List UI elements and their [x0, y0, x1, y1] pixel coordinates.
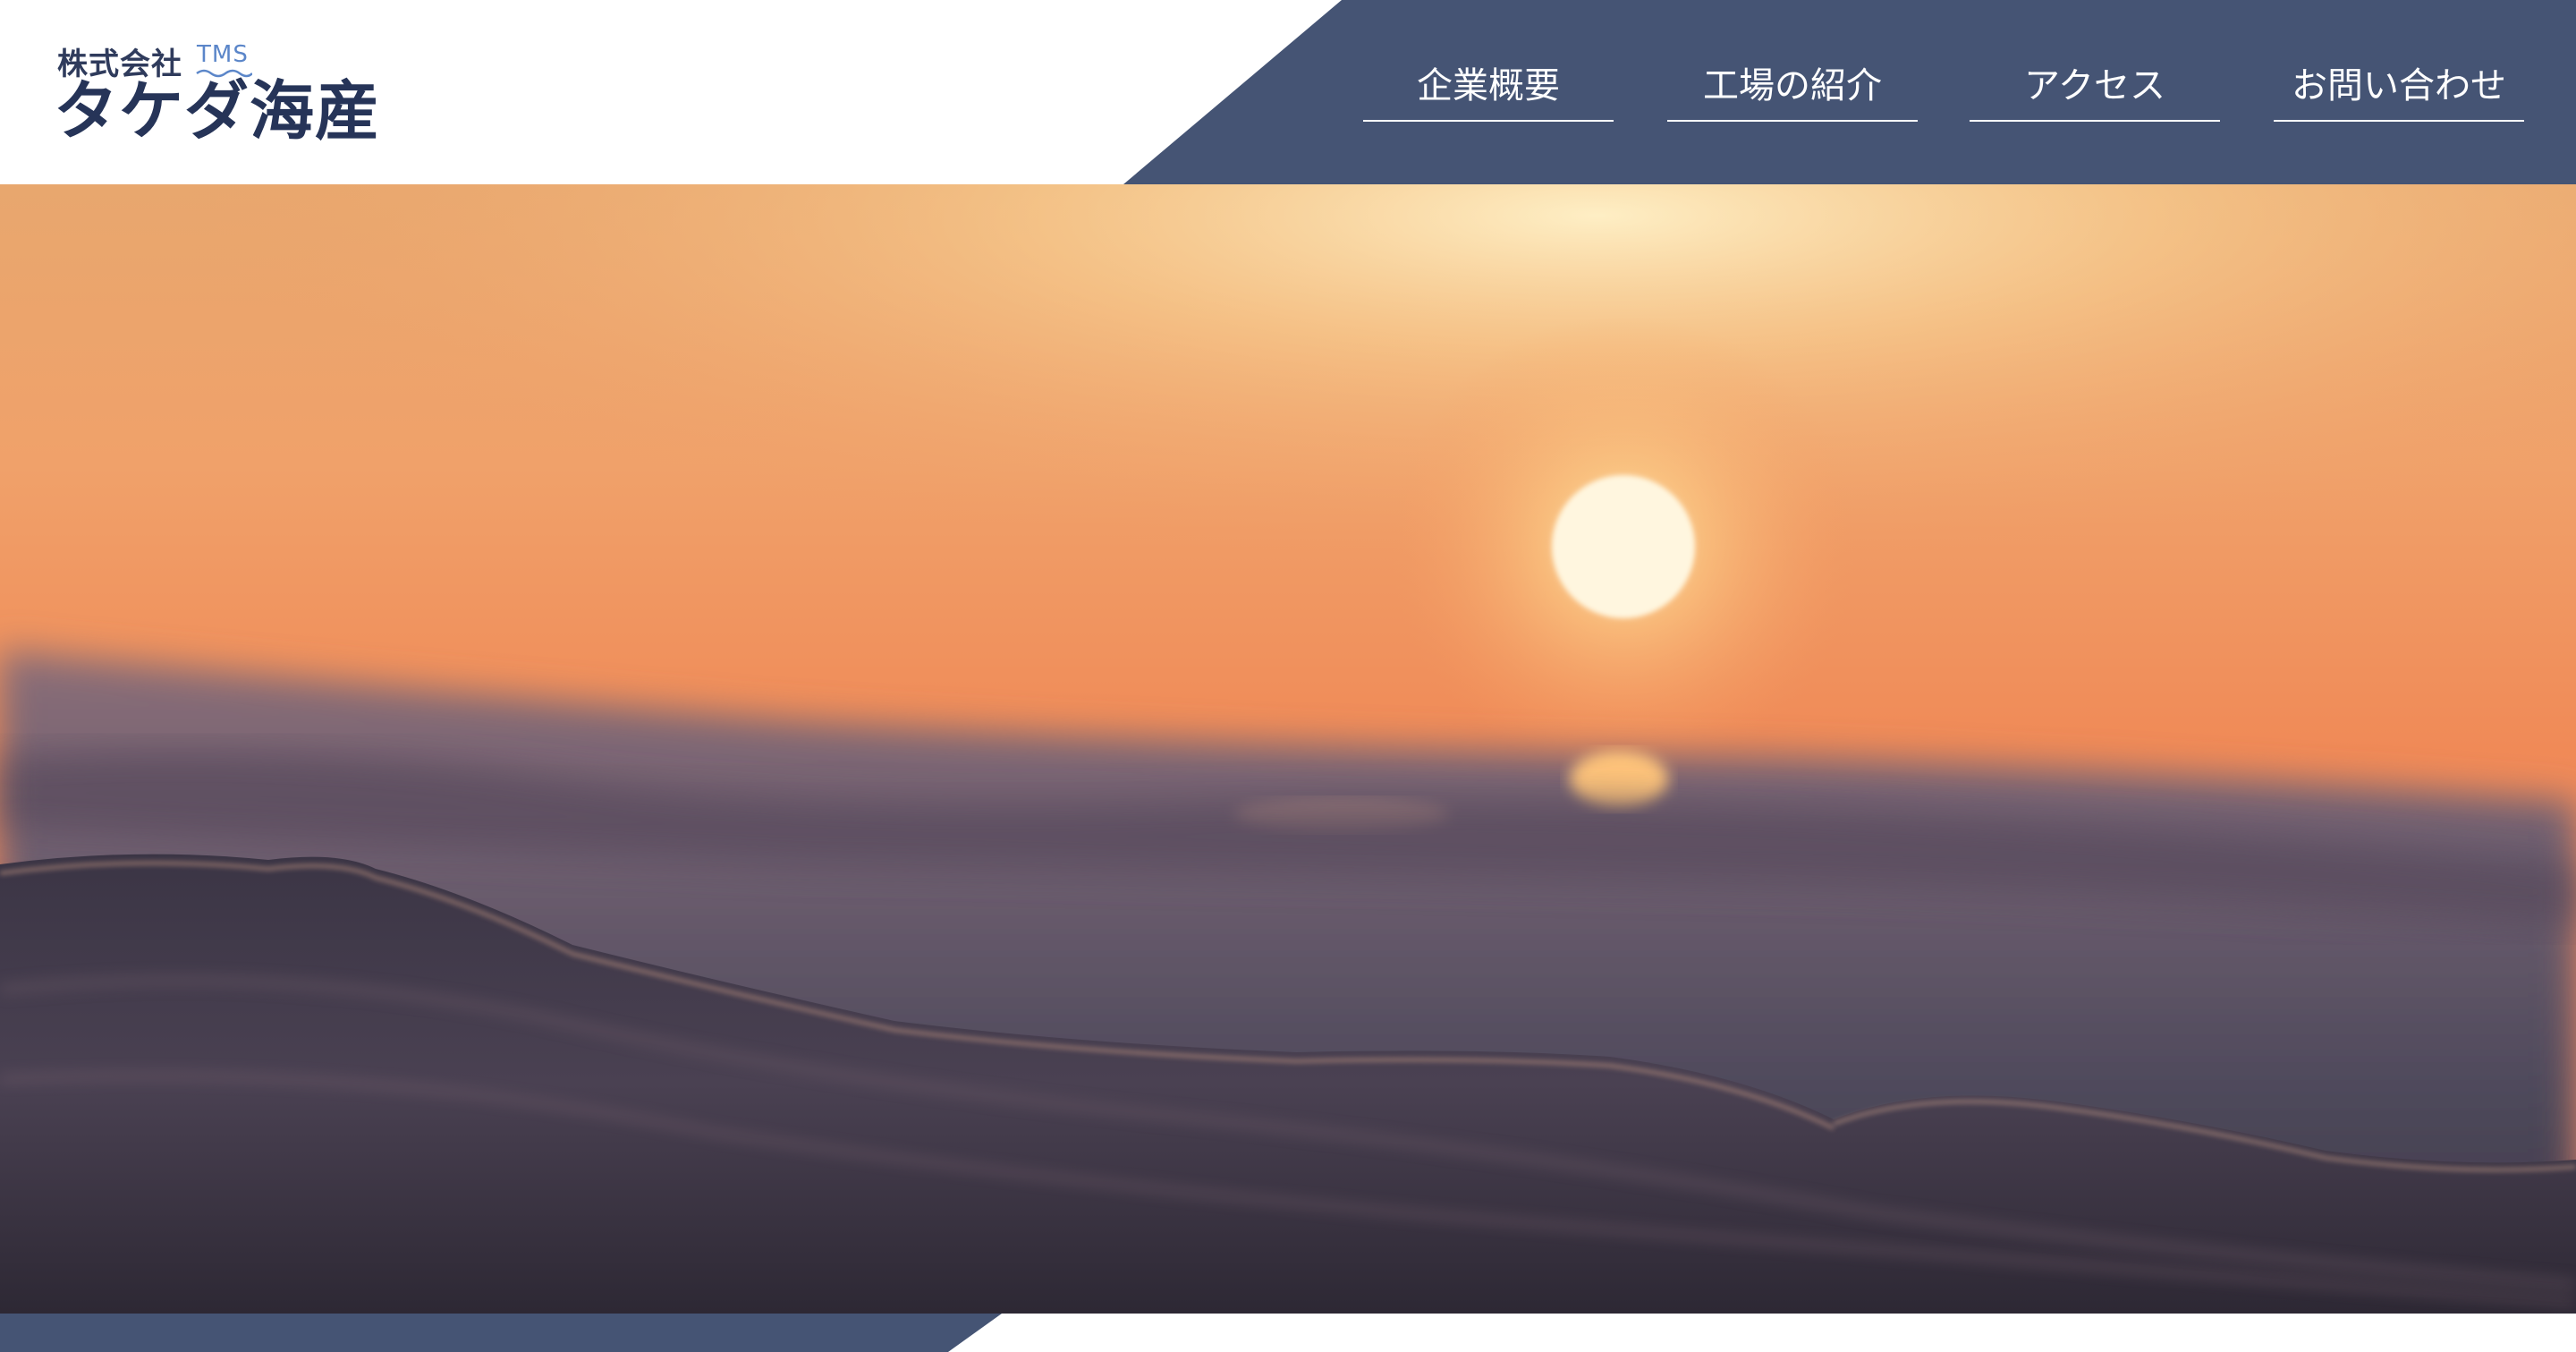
- page: 株式会社 TMS タケダ海産 企業概要 工場の紹介 アクセス お問い合わせ: [0, 0, 2576, 1352]
- sunset-ocean-image: [0, 184, 2576, 1314]
- hero-image: [0, 184, 2576, 1314]
- nav-item-company-overview[interactable]: 企業概要: [1363, 54, 1614, 122]
- nav-item-factory[interactable]: 工場の紹介: [1667, 54, 1918, 122]
- site-header: 株式会社 TMS タケダ海産 企業概要 工場の紹介 アクセス お問い合わせ: [0, 0, 2576, 184]
- nav-item-access[interactable]: アクセス: [1970, 54, 2220, 122]
- main-nav: 企業概要 工場の紹介 アクセス お問い合わせ: [0, 54, 2576, 125]
- bottom-accent-band: [0, 1314, 1002, 1352]
- nav-item-contact[interactable]: お問い合わせ: [2274, 54, 2524, 122]
